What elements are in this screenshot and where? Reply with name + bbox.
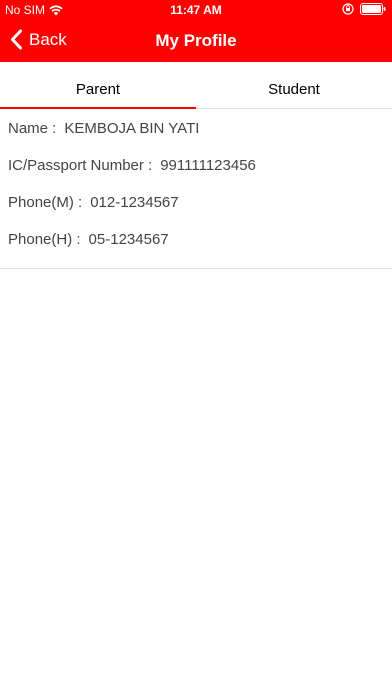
phone-home-label: Phone(H) : <box>8 231 81 248</box>
ic-label: IC/Passport Number : <box>8 157 153 174</box>
status-bar: No SIM 11:47 AM <box>0 0 392 20</box>
ic-value: 991111123456 <box>160 157 256 174</box>
status-time: 11:47 AM <box>170 3 222 17</box>
phone-mobile-label: Phone(M) : <box>8 194 83 211</box>
page-title: My Profile <box>155 31 237 50</box>
status-indicators <box>342 3 386 15</box>
name-row: Name : KEMBOJA BIN YATI <box>0 110 392 147</box>
tab-student[interactable]: Student <box>196 62 392 108</box>
nav-bar: Back My Profile <box>0 20 392 62</box>
header: No SIM 11:47 AM Back My Profile <box>0 0 392 62</box>
tab-parent[interactable]: Parent <box>0 62 196 109</box>
name-value: KEMBOJA BIN YATI <box>64 120 200 137</box>
name-label: Name : <box>8 120 57 137</box>
phone-mobile-row: Phone(M) : 012-1234567 <box>0 184 392 221</box>
orientation-lock-icon <box>342 3 354 15</box>
phone-home-value: 05-1234567 <box>88 231 169 248</box>
profile-details: Name : KEMBOJA BIN YATI IC/Passport Numb… <box>0 110 392 269</box>
phone-mobile-value: 012-1234567 <box>90 194 179 211</box>
profile-tabs: Parent Student <box>0 62 392 109</box>
battery-icon <box>360 3 386 15</box>
phone-home-row: Phone(H) : 05-1234567 <box>0 221 392 258</box>
profile-screen: No SIM 11:47 AM Back My Profile Parent S… <box>0 0 392 696</box>
ic-row: IC/Passport Number : 991111123456 <box>0 147 392 184</box>
